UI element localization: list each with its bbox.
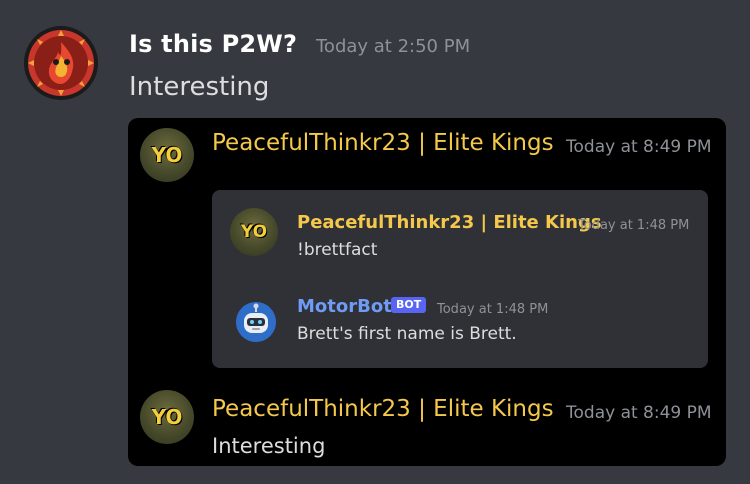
quoted-username: PeacefulThinkr23 | Elite Kings	[297, 212, 602, 233]
motorbot-avatar	[236, 302, 276, 342]
quoted-text: !brettfact	[297, 240, 378, 260]
quoted-timestamp: Today at 1:48 PM	[578, 218, 690, 233]
motorbot-text: Brett's first name is Brett.	[297, 324, 517, 344]
embed-header-timestamp: Today at 8:49 PM	[566, 137, 712, 157]
yo-avatar: YO	[230, 208, 278, 256]
robot-icon	[236, 302, 276, 342]
message-timestamp: Today at 2:50 PM	[316, 36, 471, 57]
bot-badge: BOT	[391, 297, 427, 313]
message-attachment-image[interactable]: YO PeacefulThinkr23 | Elite Kings Today …	[128, 118, 726, 466]
user-avatar[interactable]	[24, 26, 98, 100]
embed-footer-timestamp: Today at 8:49 PM	[566, 403, 712, 423]
quoted-conversation: YO PeacefulThinkr23 | Elite Kings Today …	[212, 190, 708, 368]
embed-footer-text: Interesting	[212, 434, 326, 458]
yo-avatar: YO	[140, 390, 194, 444]
motorbot-timestamp: Today at 1:48 PM	[437, 302, 549, 317]
message-author[interactable]: Is this P2W?	[129, 30, 297, 58]
yo-avatar: YO	[140, 128, 194, 182]
message-text: Interesting	[129, 72, 270, 102]
embed-header-username: PeacefulThinkr23 | Elite Kings	[212, 130, 554, 156]
flame-emblem-icon	[24, 26, 98, 100]
embed-footer-username: PeacefulThinkr23 | Elite Kings	[212, 396, 554, 422]
motorbot-username: MotorBot	[297, 296, 392, 317]
